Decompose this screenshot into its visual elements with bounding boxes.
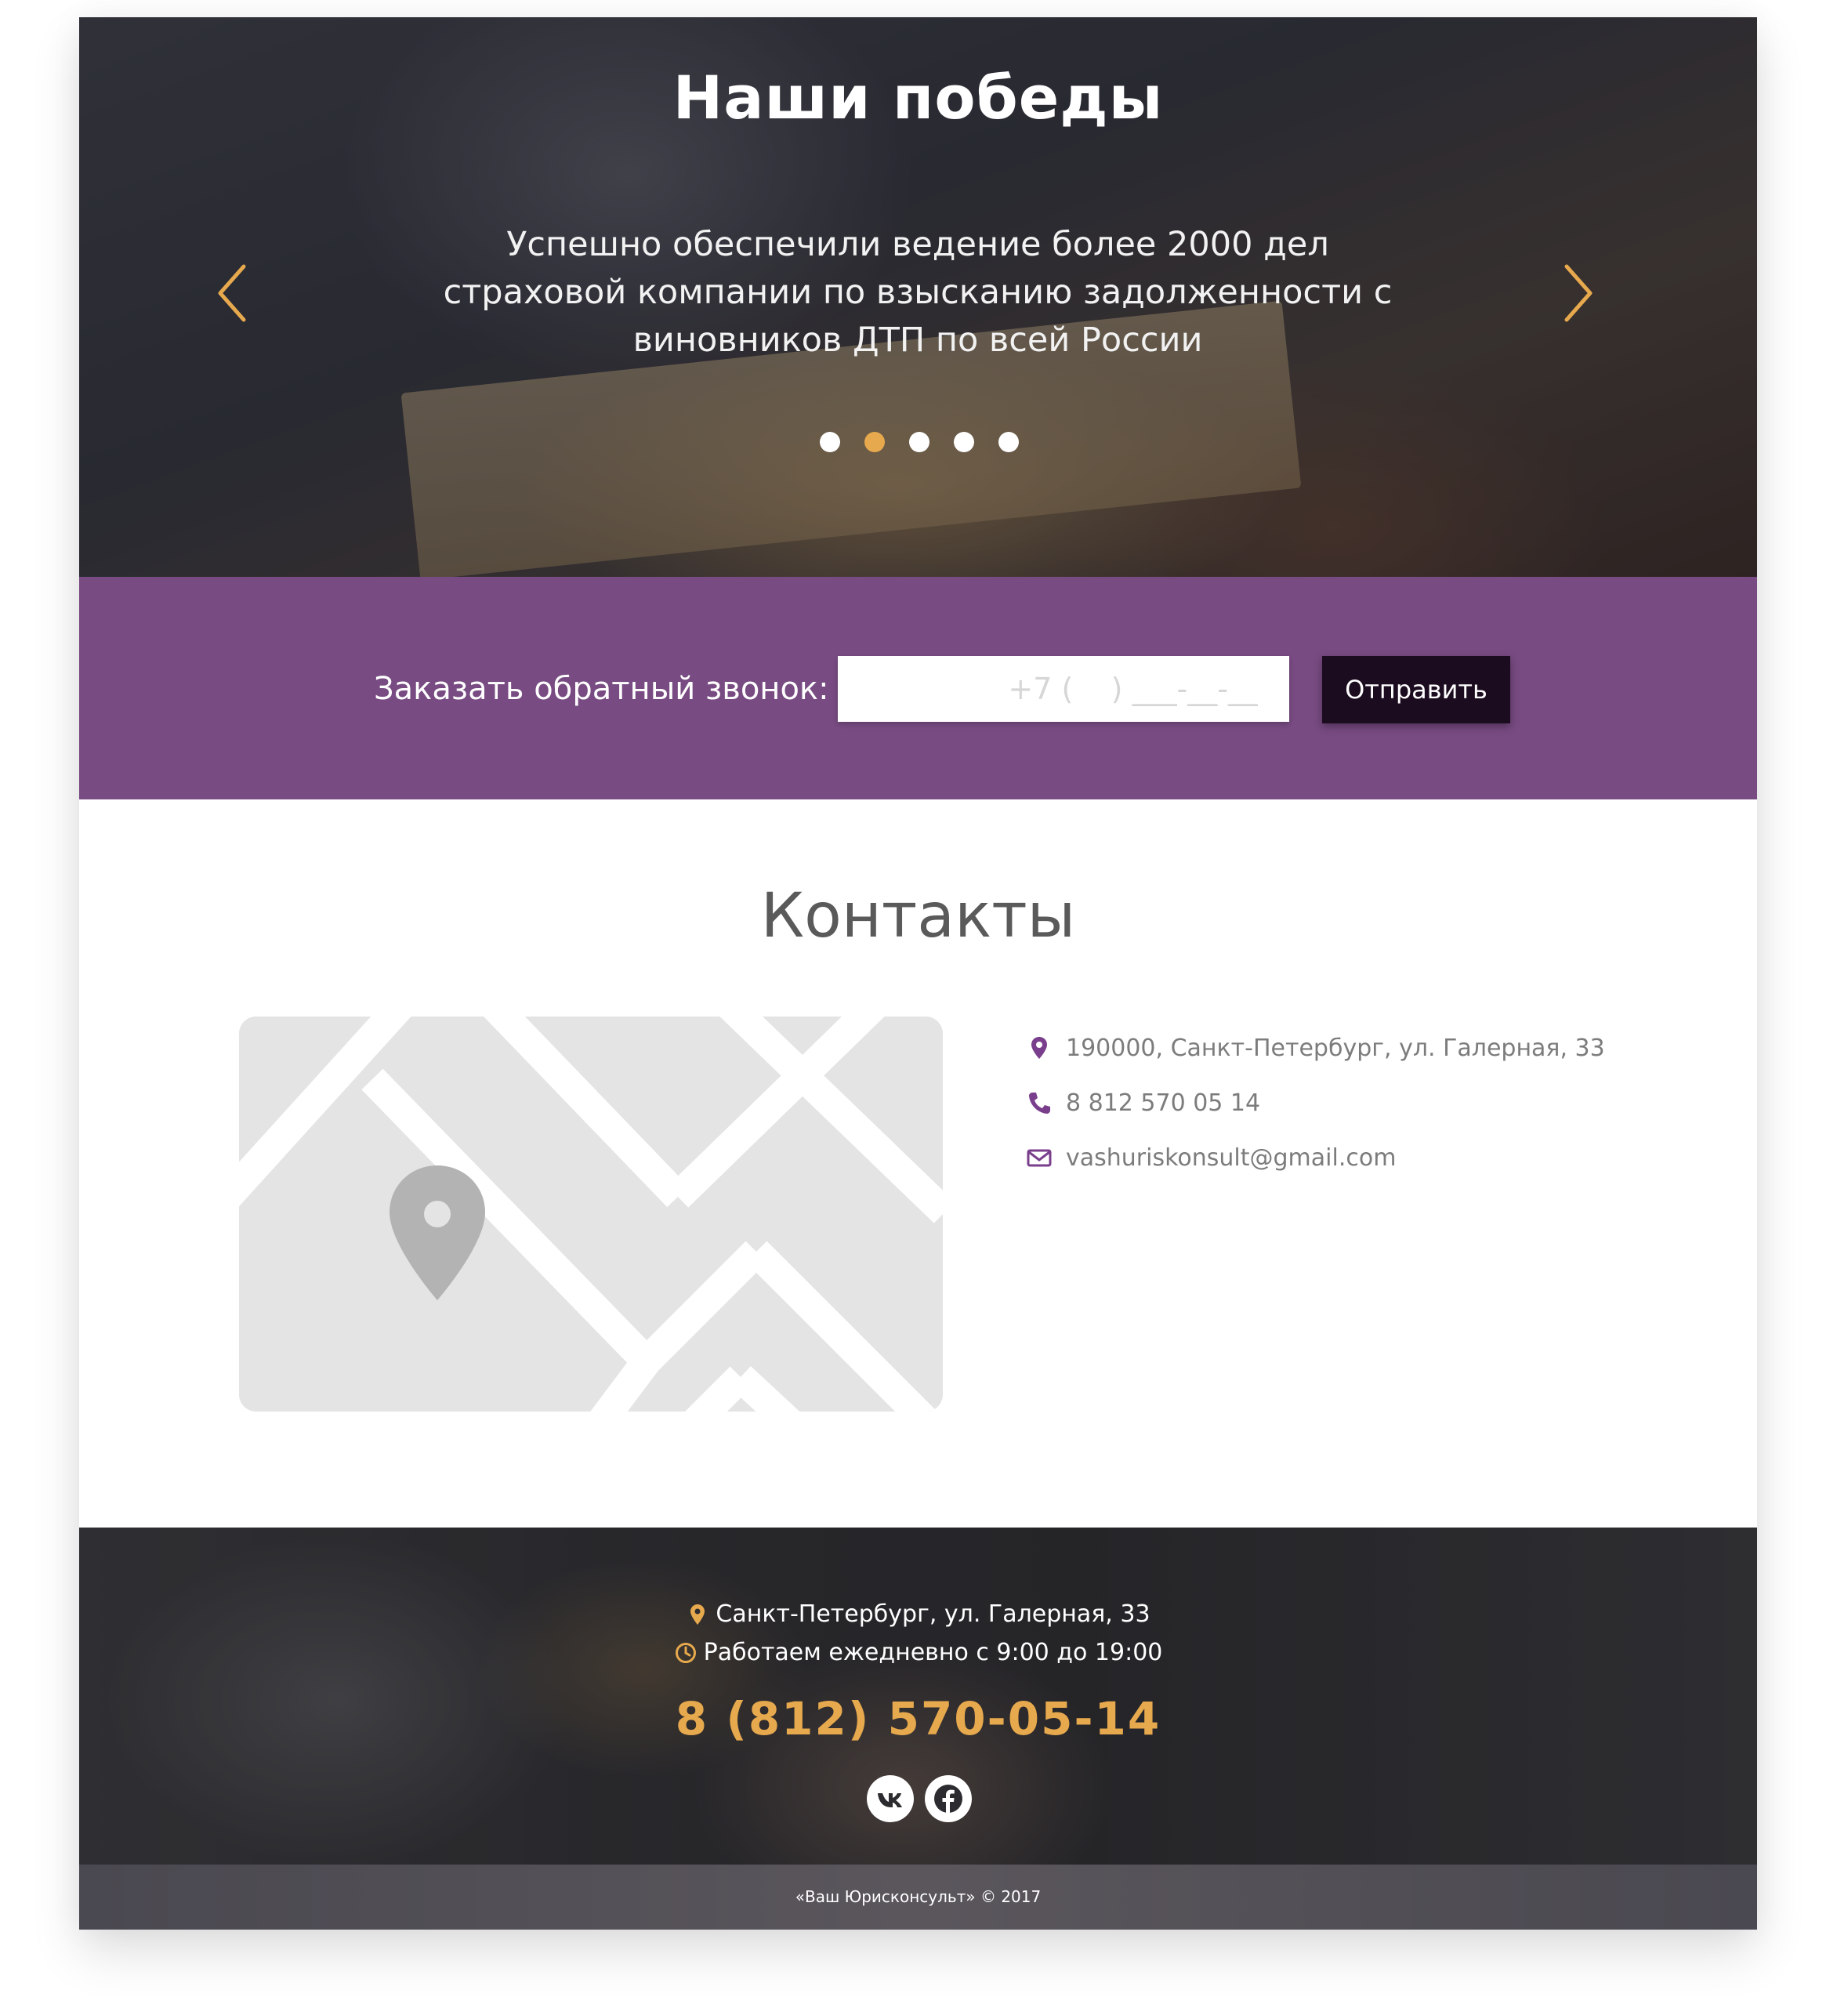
footer-hours-text: Работаем ежедневно с 9:00 до 19:00	[703, 1639, 1163, 1666]
contact-email[interactable]: vashuriskonsult@gmail.com	[1024, 1130, 1605, 1185]
contacts-title: Контакты	[760, 881, 1076, 951]
envelope-icon	[1024, 1142, 1055, 1173]
clock-icon	[674, 1641, 698, 1665]
callback-label: Заказать обратный звонок:	[374, 671, 829, 707]
slider-dot-1[interactable]	[820, 432, 840, 452]
footer-address: Санкт-Петербург, ул. Галерная, 33	[79, 1600, 1757, 1628]
contact-phone[interactable]: 8 812 570 05 14	[1024, 1075, 1605, 1130]
phone-input[interactable]	[838, 656, 1289, 722]
footer-phone[interactable]: 8 (812) 570-05-14	[79, 1692, 1757, 1745]
social-links	[867, 1775, 972, 1822]
facebook-icon	[934, 1785, 962, 1813]
contact-email-text[interactable]: vashuriskonsult@gmail.com	[1066, 1144, 1396, 1172]
contact-address: 190000, Санкт-Петербург, ул. Галерная, 3…	[1024, 1020, 1605, 1075]
page: Наши победы Успешно обеспечили ведение б…	[79, 17, 1757, 1930]
facebook-link[interactable]	[925, 1775, 972, 1822]
slider-dots	[820, 432, 1019, 452]
victories-title: Наши победы	[672, 63, 1164, 132]
slider-dot-2[interactable]	[864, 432, 885, 452]
slider-next-button[interactable]	[1553, 252, 1600, 331]
map-marker-icon	[1024, 1032, 1055, 1064]
map-placeholder-image	[239, 1017, 943, 1412]
vk-link[interactable]	[867, 1775, 914, 1822]
slide-text: Успешно обеспечили ведение более 2000 де…	[443, 225, 1393, 360]
footer-hours: Работаем ежедневно с 9:00 до 19:00	[79, 1639, 1757, 1666]
contact-phone-text[interactable]: 8 812 570 05 14	[1066, 1089, 1260, 1117]
slider-dot-4[interactable]	[954, 432, 974, 452]
map-marker-icon	[686, 1603, 709, 1626]
chevron-right-icon	[1564, 264, 1593, 322]
footer-address-text: Санкт-Петербург, ул. Галерная, 33	[716, 1600, 1150, 1628]
map[interactable]	[239, 1017, 943, 1412]
victories-slider: Наши победы Успешно обеспечили ведение б…	[79, 17, 1757, 577]
phone-icon	[1024, 1087, 1055, 1118]
send-button[interactable]: Отправить	[1322, 656, 1510, 723]
slider-prev-button[interactable]	[211, 252, 258, 331]
chevron-left-icon	[218, 264, 246, 322]
contact-address-text: 190000, Санкт-Петербург, ул. Галерная, 3…	[1066, 1034, 1605, 1062]
vk-icon	[878, 1793, 902, 1807]
footer: Санкт-Петербург, ул. Галерная, 33 Работа…	[79, 1528, 1757, 1865]
copyright: «Ваш Юрисконсульт» © 2017	[79, 1865, 1757, 1930]
slider-dot-3[interactable]	[909, 432, 929, 452]
callback-form: Заказать обратный звонок: Отправить	[79, 577, 1757, 799]
slider-dot-5[interactable]	[998, 432, 1019, 452]
contact-list: 190000, Санкт-Петербург, ул. Галерная, 3…	[1024, 1020, 1605, 1185]
